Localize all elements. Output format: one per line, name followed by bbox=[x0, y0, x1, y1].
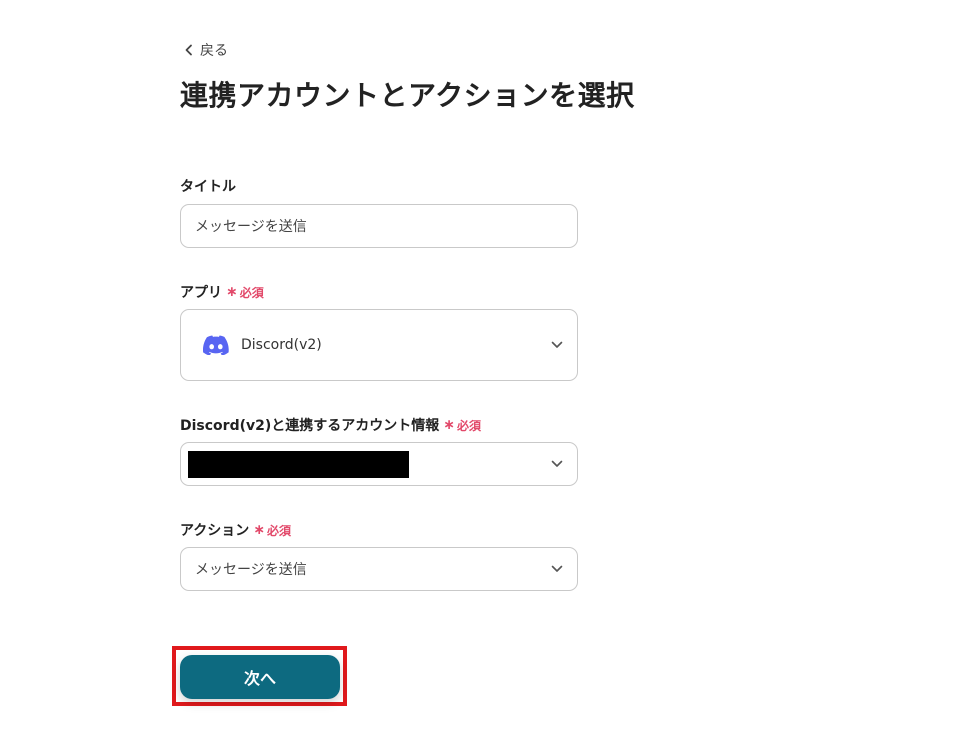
action-label-text: アクション bbox=[180, 523, 250, 539]
required-text: 必須 bbox=[457, 418, 482, 433]
account-label-text: Discord(v2)と連携するアカウント情報 bbox=[180, 418, 440, 434]
required-badge: ∗ 必須 bbox=[253, 522, 291, 539]
app-select[interactable]: Discord(v2) bbox=[180, 309, 578, 381]
asterisk-icon: ∗ bbox=[226, 284, 238, 300]
asterisk-icon: ∗ bbox=[253, 522, 266, 538]
chevron-down-icon bbox=[551, 460, 563, 468]
chevron-down-icon bbox=[551, 341, 563, 349]
account-select[interactable] bbox=[180, 442, 578, 486]
next-button[interactable]: 次へ bbox=[180, 655, 340, 699]
app-label-text: アプリ bbox=[180, 285, 222, 301]
account-field-label: Discord(v2)と連携するアカウント情報 ∗ 必須 bbox=[180, 415, 481, 435]
title-field-label: タイトル bbox=[180, 176, 236, 196]
action-field-label: アクション ∗ 必須 bbox=[180, 520, 291, 540]
page: 戻る 連携アカウントとアクションを選択 タイトル アプリ ∗ 必須 Discor… bbox=[0, 0, 977, 737]
chevron-left-icon bbox=[184, 44, 194, 56]
required-badge: ∗ 必須 bbox=[443, 417, 481, 434]
action-select-value: メッセージを送信 bbox=[195, 562, 307, 578]
back-link[interactable]: 戻る bbox=[184, 40, 228, 60]
chevron-down-icon bbox=[551, 565, 563, 573]
discord-icon bbox=[203, 335, 229, 355]
page-title: 連携アカウントとアクションを選択 bbox=[180, 79, 635, 112]
action-select[interactable]: メッセージを送信 bbox=[180, 547, 578, 591]
back-label: 戻る bbox=[200, 43, 228, 59]
required-badge: ∗ 必須 bbox=[226, 284, 264, 301]
title-label-text: タイトル bbox=[180, 179, 236, 195]
title-input[interactable] bbox=[181, 205, 577, 247]
title-input-box bbox=[180, 204, 578, 248]
required-text: 必須 bbox=[239, 285, 264, 300]
app-select-value: Discord(v2) bbox=[241, 337, 322, 353]
app-field-label: アプリ ∗ 必須 bbox=[180, 282, 264, 302]
redacted-account-value bbox=[188, 451, 409, 478]
asterisk-icon: ∗ bbox=[443, 417, 455, 433]
required-text: 必須 bbox=[267, 523, 292, 538]
